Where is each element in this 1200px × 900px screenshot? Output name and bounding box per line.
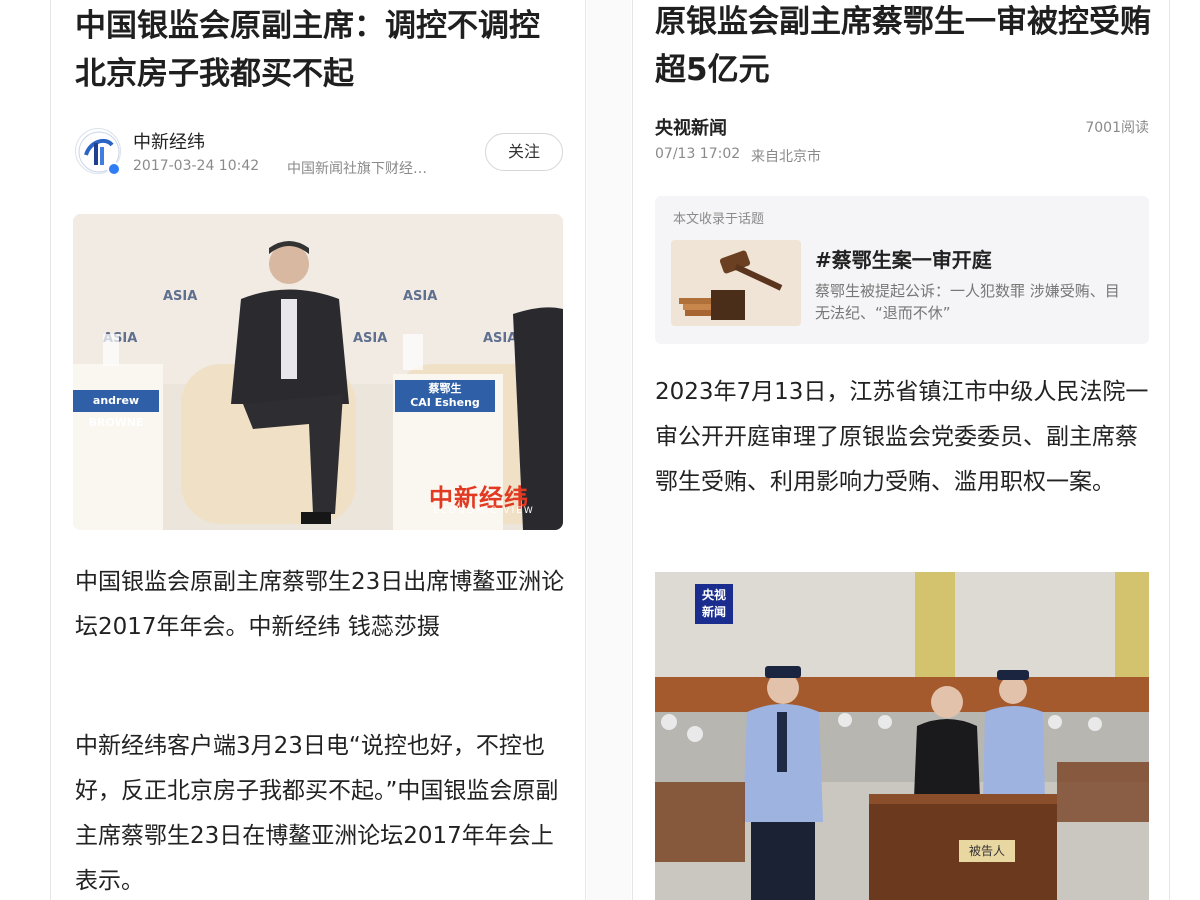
right-article-panel[interactable]: 原银监会副主席蔡鄂生一审被控受贿超5亿元 央视新闻 7001阅读 07/13 1…: [632, 0, 1170, 900]
defendant-dock-label: 被告人: [959, 840, 1015, 862]
source-name[interactable]: 央视新闻: [655, 114, 727, 140]
cctv-logo-line1: 央视: [701, 588, 726, 602]
name-card-right: 蔡鄂生 CAI Esheng: [395, 380, 495, 412]
author-organization: 中国新闻社旗下财经…: [287, 161, 427, 177]
cctv-news-logo: 央视 新闻: [695, 584, 733, 624]
topic-title: #蔡鄂生案一审开庭: [815, 248, 992, 272]
read-count: 7001阅读: [1085, 120, 1149, 136]
publish-date: 2017-03-24 10:42: [133, 158, 260, 174]
left-article-title: 中国银监会原副主席：调控不调控北京房子我都买不起: [75, 8, 540, 92]
article-paragraph: 2023年7月13日，江苏省镇江市中级人民法院一审公开开庭审理了原银监会党委委员…: [655, 379, 1149, 495]
photo-caption: 中国银监会原副主席蔡鄂生23日出席博鳌亚洲论坛2017年年会。中新经纬 钱蕊莎摄: [75, 569, 565, 640]
verified-badge-icon: [107, 162, 121, 176]
name-card-right-en: CAI Esheng: [410, 396, 480, 409]
name-card-right-cn: 蔡鄂生: [428, 382, 462, 395]
cctv-logo-line2: 新闻: [701, 605, 726, 619]
author-name[interactable]: 中新经纬: [133, 128, 205, 154]
name-card-left: andrew BROWNE: [73, 390, 159, 429]
topic-thumbnail: [671, 240, 801, 326]
panel-gap: [587, 0, 631, 900]
follow-button[interactable]: 关注: [485, 133, 563, 171]
courtroom-photo[interactable]: 央视 新闻 被告人: [655, 572, 1149, 900]
topic-card[interactable]: 本文收录于话题 #蔡鄂生案一审开庭 蔡鄂生被提起公诉：一人犯数罪 涉嫌受贿、目无…: [655, 196, 1149, 344]
backdrop-logo-4: ASIA: [353, 331, 387, 346]
gavel-icon: [671, 240, 801, 326]
backdrop-logo-5: ASIA: [483, 331, 517, 346]
left-article-panel[interactable]: 中国银监会原副主席：调控不调控北京房子我都买不起 中新经纬 2017-03-24…: [50, 0, 586, 900]
backdrop-logo-1: ASIA: [163, 289, 197, 304]
forum-photo[interactable]: ASIA ASIA ASIA ASIA ASIA ASIA ASIA: [73, 214, 563, 530]
topic-label: 本文收录于话题: [673, 212, 765, 227]
backdrop-logo-2: ASIA: [403, 289, 437, 304]
topic-description: 蔡鄂生被提起公诉：一人犯数罪 涉嫌受贿、目无法纪、“退而不休”: [815, 282, 1120, 322]
article-paragraph: 中新经纬客户端3月23日电“说控也好，不控也好，反正北京房子我都买不起。”中国银…: [75, 733, 559, 894]
right-article-title: 原银监会副主席蔡鄂生一审被控受贿超5亿元: [655, 4, 1151, 88]
publish-date: 07/13 17:02: [655, 146, 741, 162]
publish-location: 来自北京市: [751, 149, 821, 165]
photo-watermark-sub: ECONOMIC VIEW: [433, 506, 535, 516]
